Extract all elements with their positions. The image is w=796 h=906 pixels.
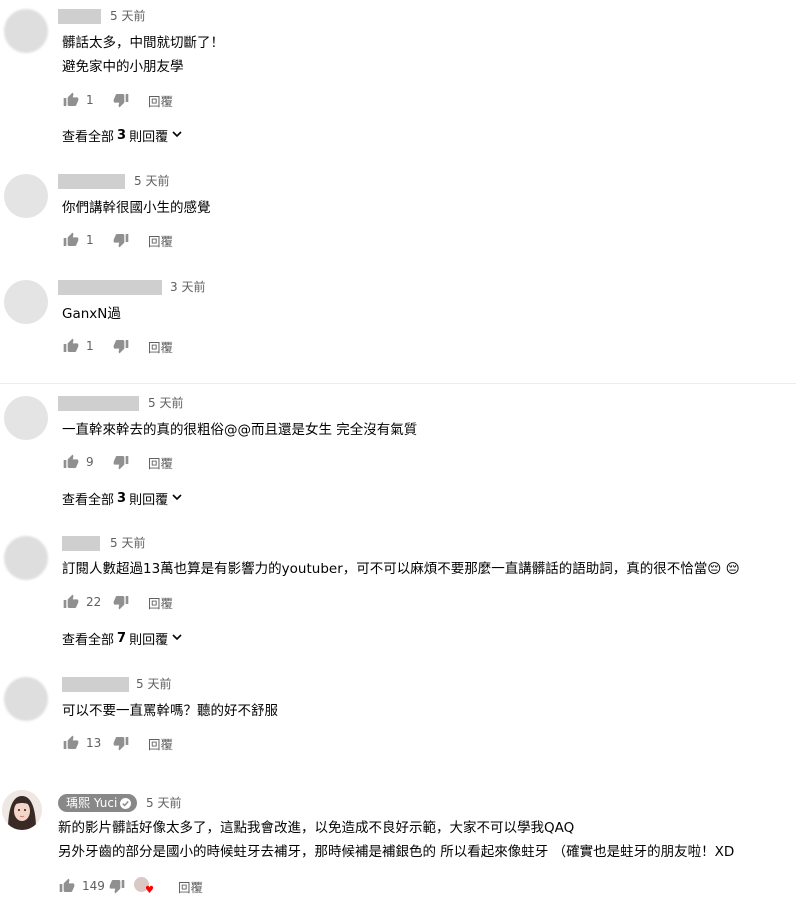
creator-name-badge[interactable]: 瑀熙 Yuci (58, 794, 138, 812)
view-replies-prefix: 查看全部 (62, 130, 115, 145)
reply-button[interactable]: 回覆 (148, 91, 173, 110)
thumb-down-icon[interactable] (112, 91, 130, 109)
thumb-down-icon[interactable] (112, 734, 130, 752)
thumb-up-icon[interactable] (62, 734, 80, 752)
author-name-redacted[interactable] (58, 396, 139, 411)
avatar[interactable] (2, 790, 42, 830)
avatar[interactable] (4, 536, 48, 580)
reply-count: 7 (117, 631, 127, 646)
chevron-down-icon (172, 128, 182, 143)
reply-button[interactable]: 回覆 (148, 453, 173, 472)
comment-actions: 13 回覆 (62, 734, 173, 752)
view-replies-suffix: 則回覆 (129, 493, 169, 508)
view-replies-suffix: 則回覆 (129, 633, 169, 648)
comment-text: 另外牙齒的部分是國小的時候蛀牙去補牙，那時候補是補銀色的 所以看起來像蛀牙 （確… (58, 844, 735, 860)
creator-avatar-image (2, 790, 42, 830)
comment-time[interactable]: 5 天前 (134, 174, 169, 189)
reply-button[interactable]: 回覆 (178, 877, 203, 896)
thumb-down-icon[interactable] (112, 453, 130, 471)
comment-text: 可以不要一直罵幹嗎？聽的好不舒服 (62, 703, 278, 719)
comment-actions: 1 回覆 (62, 231, 173, 249)
view-replies-prefix: 查看全部 (62, 633, 115, 648)
comment-time[interactable]: 5 天前 (148, 396, 183, 411)
avatar[interactable] (4, 9, 48, 53)
thumb-up-icon[interactable] (62, 453, 80, 471)
comment-actions: 1 回覆 (62, 337, 173, 355)
author-name-redacted[interactable] (58, 9, 101, 24)
comment-text: 你們講幹很國小生的感覺 (62, 200, 211, 216)
comment-actions: 1 回覆 (62, 91, 173, 109)
comment-actions: 149 ♥ 回覆 (58, 877, 203, 896)
thumb-up-icon[interactable] (62, 231, 80, 249)
creator-heart: ♥ (134, 877, 154, 896)
comment-time[interactable]: 5 天前 (136, 677, 171, 692)
avatar[interactable] (4, 280, 48, 324)
view-replies-button[interactable]: 查看全部 7 則回覆 (62, 629, 182, 648)
view-replies-button[interactable]: 查看全部 3 則回覆 (62, 126, 182, 145)
divider (0, 383, 796, 384)
author-name: 瑀熙 Yuci (66, 796, 118, 810)
thumb-up-icon[interactable] (62, 337, 80, 355)
view-replies-prefix: 查看全部 (62, 493, 115, 508)
comment-text: 髒話太多，中間就切斷了！ (62, 35, 224, 51)
view-replies-suffix: 則回覆 (129, 130, 169, 145)
author-name-redacted[interactable] (62, 536, 100, 551)
comment-text: 訂閱人數超過13萬也算是有影響力的youtuber，可不可以麻煩不要那麼一直講髒… (62, 561, 740, 577)
check-icon (120, 797, 132, 809)
comment-time[interactable]: 3 天前 (170, 280, 205, 295)
like-count: 9 (86, 455, 94, 469)
like-count: 13 (86, 736, 102, 750)
author-name-redacted[interactable] (62, 677, 129, 692)
chevron-down-icon (172, 491, 182, 506)
comment-text: 一直幹來幹去的真的很粗俗@@而且還是女生 完全沒有氣質 (62, 422, 418, 438)
thumb-down-icon[interactable] (108, 877, 126, 895)
comment-time[interactable]: 5 天前 (110, 9, 145, 24)
comment-time[interactable]: 5 天前 (146, 796, 181, 811)
reply-count: 3 (117, 128, 127, 143)
like-count: 1 (86, 233, 94, 247)
comment-text: 避免家中的小朋友學 (62, 59, 184, 75)
reply-button[interactable]: 回覆 (148, 593, 173, 612)
thumb-up-icon[interactable] (58, 877, 76, 895)
like-count: 1 (86, 339, 94, 353)
view-replies-button[interactable]: 查看全部 3 則回覆 (62, 489, 182, 508)
chevron-down-icon (172, 631, 182, 646)
thumb-down-icon[interactable] (112, 337, 130, 355)
reply-button[interactable]: 回覆 (148, 231, 173, 250)
reply-button[interactable]: 回覆 (148, 337, 173, 356)
author-name-redacted[interactable] (58, 174, 125, 189)
thumb-up-icon[interactable] (62, 593, 80, 611)
thumb-up-icon[interactable] (62, 91, 80, 109)
avatar[interactable] (4, 677, 48, 721)
avatar[interactable] (4, 174, 48, 218)
comment-text: 新的影片髒話好像太多了，這點我會改進，以免造成不良好示範，大家不可以學我QAQ (58, 820, 575, 836)
like-count: 22 (86, 595, 102, 609)
author-name-redacted[interactable] (58, 280, 162, 295)
thumb-down-icon[interactable] (112, 231, 130, 249)
reply-button[interactable]: 回覆 (148, 734, 173, 753)
comment-actions: 9 回覆 (62, 453, 173, 471)
avatar[interactable] (4, 396, 48, 440)
like-count: 1 (86, 93, 94, 107)
reply-count: 3 (117, 491, 127, 506)
comment-time[interactable]: 5 天前 (110, 536, 145, 551)
thumb-down-icon[interactable] (112, 593, 130, 611)
comment-text: GanxN過 (62, 306, 121, 322)
comment-actions: 22 回覆 (62, 593, 173, 611)
like-count: 149 (82, 879, 105, 893)
heart-icon: ♥ (145, 885, 154, 896)
